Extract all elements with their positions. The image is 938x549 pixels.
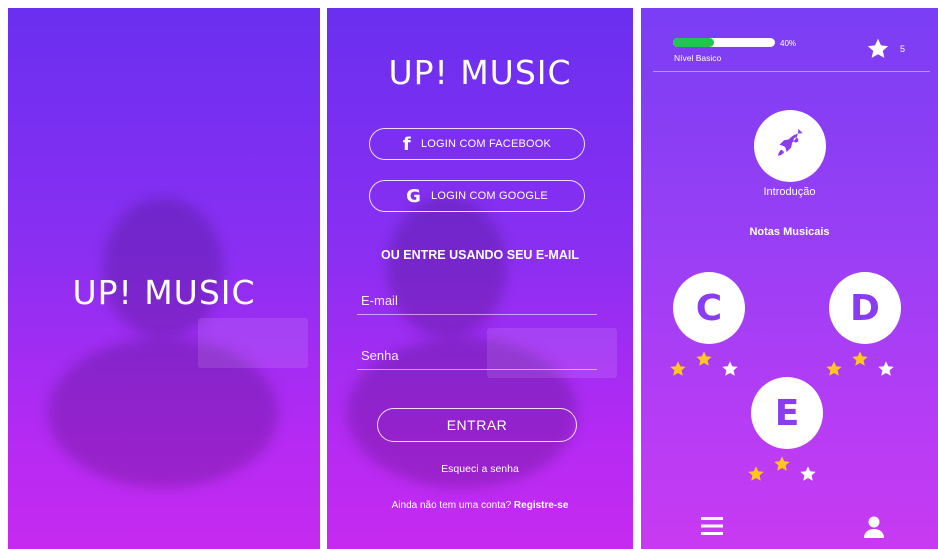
star-icon — [748, 466, 764, 481]
menu-icon[interactable] — [701, 516, 723, 536]
lessons-screen: 40% Nível Basico 5 Introdução Notas Musi… — [641, 8, 938, 549]
splash-screen: UP! MUSIC — [8, 8, 320, 549]
star-icon — [696, 351, 712, 366]
email-input[interactable] — [357, 288, 605, 312]
login-screen: UP! MUSIC f LOGIN COM FACEBOOK G LOGIN C… — [327, 8, 633, 549]
password-field-container — [357, 343, 605, 370]
star-icon — [774, 456, 790, 471]
note-e-stars — [747, 453, 827, 483]
no-account-text: Ainda não tem uma conta? — [391, 500, 512, 511]
note-d-button[interactable]: D — [829, 272, 901, 344]
app-logo: UP! MUSIC — [72, 273, 256, 312]
note-d-letter: D — [850, 287, 880, 329]
note-d-stars — [825, 348, 905, 378]
app-logo: UP! MUSIC — [388, 53, 572, 92]
note-e-button[interactable]: E — [751, 377, 823, 449]
star-icon — [852, 351, 868, 366]
note-c-button[interactable]: C — [673, 272, 745, 344]
star-icon — [722, 361, 738, 376]
email-login-heading: OU ENTRE USANDO SEU E-MAIL — [381, 248, 579, 262]
star-icon — [878, 361, 894, 376]
signup-line: Ainda não tem uma conta? Registre-se — [327, 500, 633, 511]
star-icon — [800, 466, 816, 481]
signup-link[interactable]: Registre-se — [514, 500, 568, 511]
rocket-icon — [778, 128, 803, 156]
email-field-container — [357, 288, 605, 315]
login-facebook-button[interactable]: f LOGIN COM FACEBOOK — [369, 128, 585, 160]
star-icon — [867, 38, 889, 58]
progress-percent: 40% — [780, 39, 797, 48]
star-icon — [826, 361, 842, 376]
section-title: Notas Musicais — [749, 226, 830, 238]
forgot-password-link[interactable]: Esqueci a senha — [327, 463, 633, 475]
facebook-icon: f — [402, 133, 411, 155]
header-divider — [653, 71, 930, 72]
login-google-button[interactable]: G LOGIN COM GOOGLE — [369, 180, 585, 212]
star-count: 5 — [900, 44, 906, 54]
google-icon: G — [406, 185, 422, 207]
star-icon — [670, 361, 686, 376]
note-e-letter: E — [774, 392, 800, 434]
level-progress-bar — [673, 38, 775, 47]
intro-lesson-button[interactable] — [754, 110, 826, 182]
google-button-label: LOGIN COM GOOGLE — [431, 190, 548, 202]
password-input[interactable] — [357, 343, 605, 367]
level-progress-fill — [673, 38, 714, 47]
profile-icon[interactable] — [864, 516, 884, 538]
note-c-letter: C — [695, 287, 723, 329]
facebook-button-label: LOGIN COM FACEBOOK — [420, 138, 552, 150]
note-c-stars — [669, 348, 749, 378]
intro-label: Introdução — [763, 186, 816, 198]
enter-button[interactable]: ENTRAR — [377, 408, 577, 442]
level-label: Nível Basico — [674, 53, 722, 63]
